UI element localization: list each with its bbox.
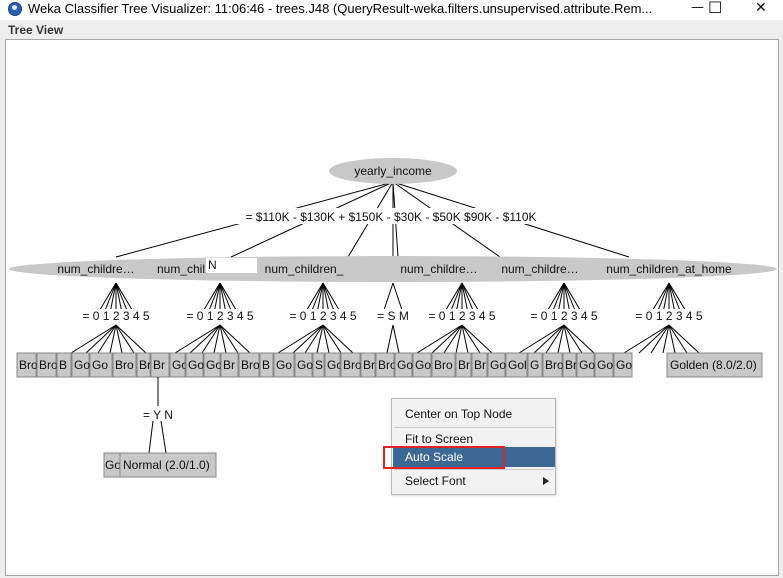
leaf-node-label: Br xyxy=(474,358,486,372)
tree-canvas[interactable]: yearly_income = $110K - $130K + $150K - $… xyxy=(5,39,779,576)
leaf-node-label: Go xyxy=(92,358,108,372)
leaf-node-label: B xyxy=(262,358,270,372)
menu-item-center-on-top-node[interactable]: Center on Top Node xyxy=(393,404,555,424)
internal-node-label: num_childre… xyxy=(501,262,578,276)
root-node-label: yearly_income xyxy=(354,164,432,178)
close-icon: ✕ xyxy=(755,0,767,16)
leaf-node-label: Go xyxy=(579,358,595,372)
tree-view-label: Tree View xyxy=(8,23,64,37)
edge-line xyxy=(392,324,400,354)
leaf-node-label: Go xyxy=(297,358,313,372)
leaf-node-label: Bro xyxy=(343,358,362,372)
edge-line xyxy=(623,324,670,354)
leaf-node-label: Golden (8.0/2.0) xyxy=(670,358,757,372)
leaf-node-label: Go xyxy=(105,458,121,472)
edge-line xyxy=(416,324,463,354)
edge-line xyxy=(386,324,394,354)
node-edge-labels: = 0 1 2 3 4 5 xyxy=(428,309,495,323)
submenu-arrow-icon xyxy=(543,477,549,485)
leaf-node-label: Go xyxy=(206,358,222,372)
leaf-node-label: Bro xyxy=(378,358,397,372)
node-edge-labels: = S M xyxy=(377,309,409,323)
node-edge-labels: = 0 1 2 3 4 5 xyxy=(289,309,356,323)
leaf-node-label: S xyxy=(315,358,323,372)
internal-node-label: num_chil xyxy=(157,262,205,276)
edge-line xyxy=(174,324,221,354)
leaf-node-label: Bro xyxy=(241,358,260,372)
leaf-node-label: Bro xyxy=(115,358,134,372)
leaf-node-label: B xyxy=(59,358,67,372)
node-edge-labels: = 0 1 2 3 4 5 xyxy=(82,309,149,323)
leaf-node-label: Go xyxy=(415,358,431,372)
sub-edge-labels: = Y N xyxy=(143,408,173,422)
edge-line xyxy=(148,420,154,454)
internal-node-label: num_childre… xyxy=(57,262,134,276)
leaf-node-label: Br xyxy=(565,358,577,372)
leaf-node-label: Normal (2.0/1.0) xyxy=(123,458,210,472)
leaf-node-label: Go xyxy=(188,358,204,372)
highlight-box xyxy=(383,446,505,469)
close-button[interactable]: ✕ xyxy=(745,0,779,20)
menu-separator xyxy=(394,427,554,428)
leaf-node-label: Go xyxy=(616,358,632,372)
menu-item-label: Select Font xyxy=(405,474,466,488)
root-edge-labels: = $110K - $130K + $150K - $30K - $50K $9… xyxy=(245,210,536,224)
partial-node-label: N xyxy=(208,258,217,272)
internal-node-label: num_childre… xyxy=(400,262,477,276)
leaf-node-label: Gol xyxy=(508,358,527,372)
leaf-node-label: Bro xyxy=(545,358,564,372)
window-title: Weka Classifier Tree Visualizer: 11:06:4… xyxy=(28,1,653,16)
edge-line xyxy=(70,324,117,354)
leaf-node-label: Bro xyxy=(434,358,453,372)
leaf-node-label: Br xyxy=(458,358,470,372)
leaf-node-label: Go xyxy=(490,358,506,372)
leaf-node-label: Br xyxy=(153,358,165,372)
menu-item-label: Center on Top Node xyxy=(405,407,513,421)
edge-line xyxy=(518,324,565,354)
leaf-node-label: Br xyxy=(139,358,151,372)
edge-line xyxy=(160,420,167,454)
leaf-node-label: Go xyxy=(397,358,413,372)
leaf-node-label: Bro xyxy=(39,358,58,372)
internal-node-label: num_children_at_home xyxy=(606,262,732,276)
leaf-node-label: G xyxy=(530,358,539,372)
leaf-node-label: Go xyxy=(597,358,613,372)
node-edge-labels: = 0 1 2 3 4 5 xyxy=(530,309,597,323)
menu-separator xyxy=(394,469,554,470)
menu-item-select-font[interactable]: Select Font xyxy=(393,471,555,491)
internal-node-label: num_children_ xyxy=(265,262,344,276)
leaf-node-label: Bro xyxy=(19,358,38,372)
leaf-node-label: Go xyxy=(74,358,90,372)
leaf-node-label: Br xyxy=(363,358,375,372)
leaf-node-label: Go xyxy=(276,358,292,372)
menu-item-label: Fit to Screen xyxy=(405,432,474,446)
leaf-node-label: Br xyxy=(223,358,235,372)
node-edge-labels: = 0 1 2 3 4 5 xyxy=(186,309,253,323)
edge-line xyxy=(277,324,324,354)
maximize-icon: ☐ xyxy=(708,0,723,17)
title-bar: Weka Classifier Tree Visualizer: 11:06:4… xyxy=(0,0,783,20)
maximize-button[interactable]: ☐ xyxy=(700,0,734,20)
weka-app-icon xyxy=(8,2,22,16)
node-edge-labels: = 0 1 2 3 4 5 xyxy=(635,309,702,323)
